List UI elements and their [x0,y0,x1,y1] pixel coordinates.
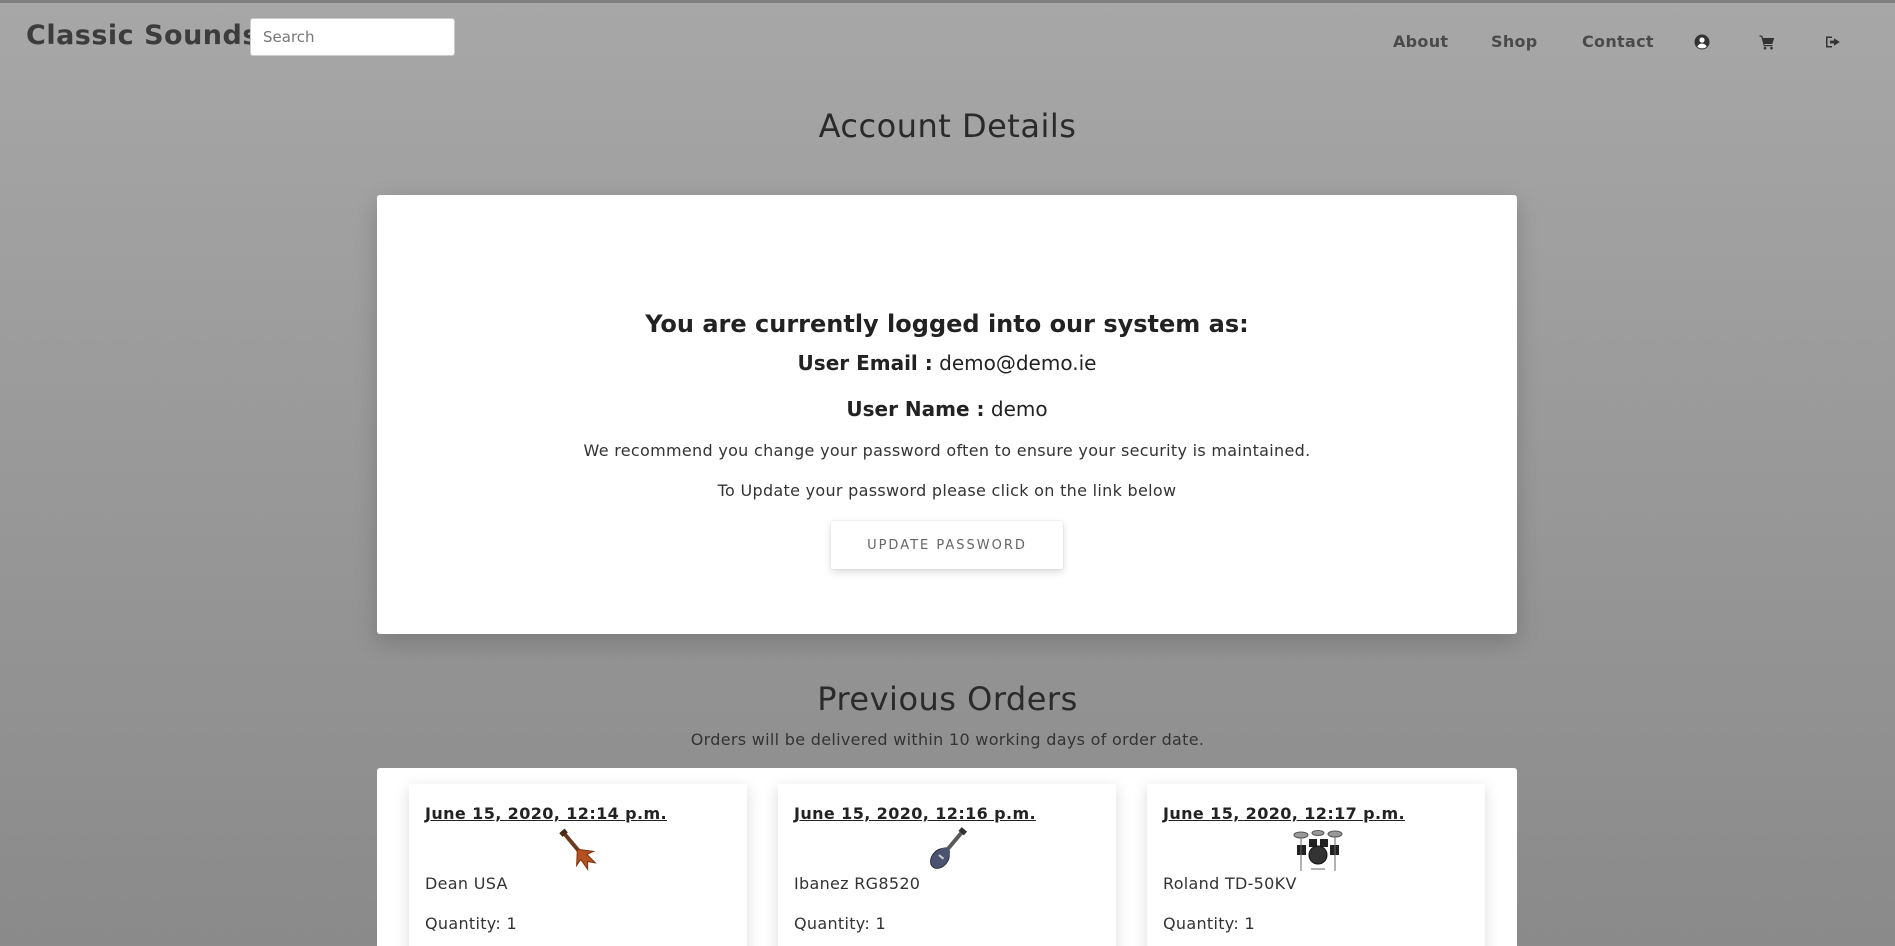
order-card: June 15, 2020, 12:17 p.m. Roland TD-50KV… [1147,784,1485,946]
order-card: June 15, 2020, 12:16 p.m. Ibanez RG8520 … [778,784,1116,946]
order-quantity: Quantity: 1 [1163,914,1255,933]
user-email-row: User Email : demo@demo.ie [377,351,1517,375]
user-name-label: User Name : [846,397,985,421]
guitar-icon [918,825,976,875]
nav-contact[interactable]: Contact [1582,32,1654,51]
brand-logo[interactable]: Classic Sounds [26,20,259,51]
search-input[interactable] [250,18,455,56]
order-date-link[interactable]: June 15, 2020, 12:16 p.m. [794,804,1036,823]
order-quantity: Quantity: 1 [794,914,886,933]
navbar: Classic Sounds About Shop Contact [0,0,1895,74]
order-product-name: Roland TD-50KV [1163,874,1297,893]
order-quantity: Quantity: 1 [425,914,517,933]
sign-out-icon[interactable] [1824,33,1842,51]
order-date-link[interactable]: June 15, 2020, 12:17 p.m. [1163,804,1405,823]
order-card: June 15, 2020, 12:14 p.m. Dean USA Quant… [409,784,747,946]
account-card: You are currently logged into our system… [377,195,1517,634]
user-name-row: User Name : demo [377,397,1517,421]
update-password-button[interactable]: UPDATE PASSWORD [831,521,1063,569]
orders-panel: June 15, 2020, 12:14 p.m. Dean USA Quant… [377,768,1517,946]
recommend-text: We recommend you change your password of… [583,441,1311,460]
user-circle-icon[interactable] [1693,33,1711,51]
logged-in-heading: You are currently logged into our system… [645,310,1249,338]
order-product-name: Dean USA [425,874,508,893]
order-product-name: Ibanez RG8520 [794,874,921,893]
nav-shop[interactable]: Shop [1491,32,1538,51]
drum-kit-icon [1289,825,1347,875]
user-email-value: demo@demo.ie [939,351,1097,375]
orders-subtitle: Orders will be delivered within 10 worki… [690,730,1205,749]
update-instructions: To Update your password please click on … [717,481,1177,500]
nav-about[interactable]: About [1393,32,1448,51]
order-date-link[interactable]: June 15, 2020, 12:14 p.m. [425,804,667,823]
user-email-label: User Email : [797,351,933,375]
guitar-icon [549,825,607,875]
cart-icon[interactable] [1758,33,1776,51]
account-details-title: Account Details [818,107,1077,145]
previous-orders-title: Previous Orders [817,680,1078,718]
user-name-value: demo [990,397,1048,421]
